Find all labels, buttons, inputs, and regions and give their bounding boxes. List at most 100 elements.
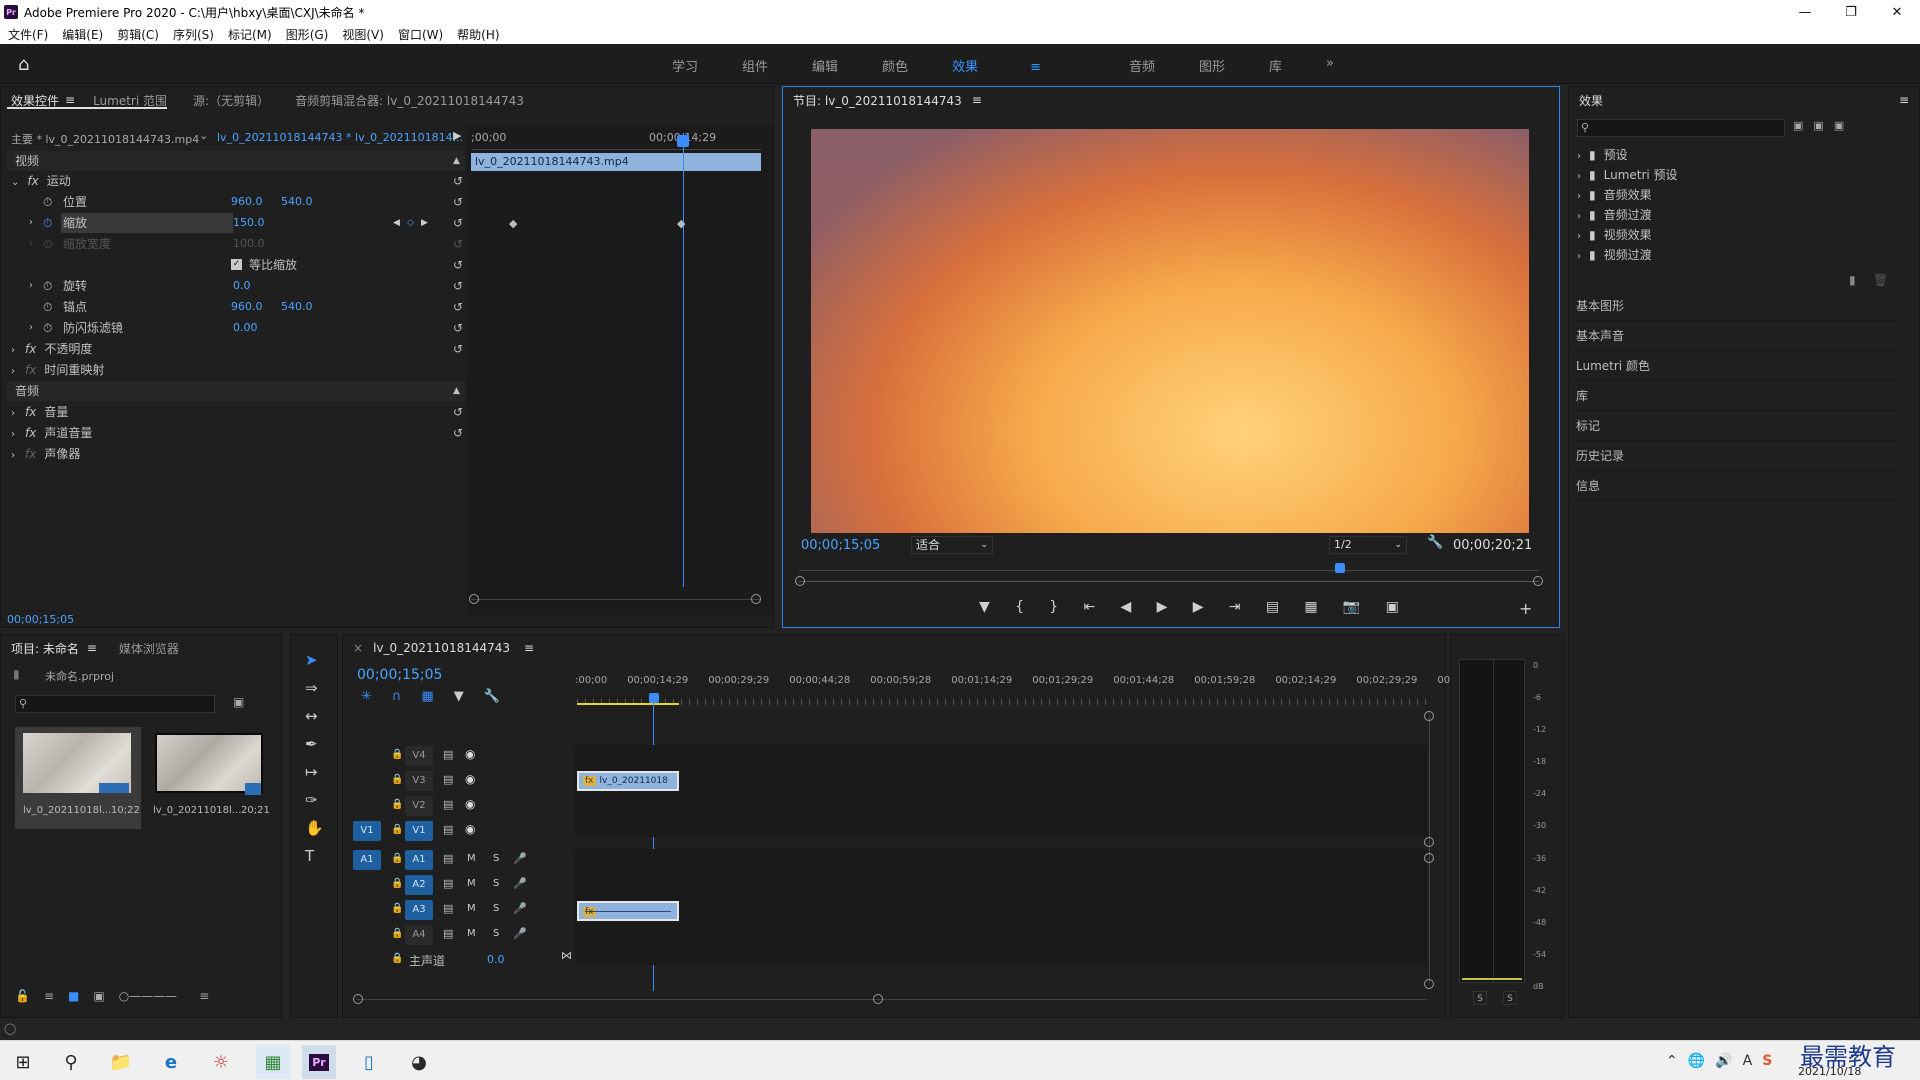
track-header-a1[interactable]: A1 🔒 A1 ▤ M S 🎤 (353, 849, 575, 871)
panel-menu-icon[interactable]: ≡ (1899, 93, 1909, 107)
comparison-view-icon[interactable]: ▣ (1386, 599, 1399, 619)
step-forward-icon[interactable]: ▶ (1193, 599, 1204, 619)
track-target[interactable]: A4 (405, 925, 433, 945)
app-icon[interactable]: ◕ (406, 1049, 432, 1075)
sogou-icon[interactable]: S (1762, 1053, 1772, 1069)
extract-icon[interactable]: ▦ (1304, 599, 1317, 619)
workspace-learn[interactable]: 学习 (672, 56, 698, 75)
app-icon[interactable]: ▯ (356, 1049, 382, 1075)
tab-source[interactable]: 源:（无剪辑） (193, 92, 269, 109)
stopwatch-icon[interactable]: ⏱ (43, 276, 52, 296)
expand-chevron-icon[interactable]: › (7, 366, 15, 377)
32bit-effects-icon[interactable]: ▣ (1813, 119, 1823, 132)
expand-chevron-icon[interactable]: › (7, 450, 15, 461)
vertical-scroll-track[interactable] (1429, 715, 1430, 983)
go-to-out-icon[interactable]: ⇥ (1229, 599, 1241, 619)
solo-right-button[interactable]: S (1503, 991, 1517, 1005)
microphone-icon[interactable]: 🎤 (513, 927, 527, 940)
tab-effect-controls[interactable]: 效果控件 (11, 92, 59, 109)
menu-view[interactable]: 视图(V) (342, 26, 384, 43)
sync-lock-icon[interactable]: ▤ (443, 852, 453, 865)
close-tab-icon[interactable]: × (353, 641, 363, 655)
expand-chevron-icon[interactable]: › (1577, 171, 1581, 182)
audio-clip[interactable]: fx (577, 901, 679, 921)
time-remap-row[interactable]: › fx 时间重映射 (7, 360, 465, 380)
track-header-a2[interactable]: 🔒 A2 ▤ M S 🎤 (353, 874, 575, 896)
expand-chevron-icon[interactable]: › (7, 345, 15, 356)
folder-video-effects[interactable]: › ▮ 视频效果 (1577, 225, 1907, 245)
volume-row[interactable]: › fx 音量 ↺ (7, 402, 465, 422)
source-patch-v1[interactable]: V1 (353, 821, 381, 841)
file-explorer-icon[interactable]: 📁 (108, 1049, 134, 1075)
add-marker-icon[interactable]: ▼ (454, 689, 464, 704)
menu-clip[interactable]: 剪辑(C) (117, 26, 159, 43)
keyframe-diamond[interactable]: ◆ (509, 217, 517, 230)
mute-button[interactable]: M (467, 853, 476, 864)
track-header-master[interactable]: 🔒 主声道 0.0 ⋈ (353, 949, 575, 971)
track-select-tool-icon[interactable]: ⇒ (305, 679, 324, 697)
master-clip-label[interactable]: 主要 * lv_0_20211018144743.mp4 (11, 131, 199, 147)
menu-graphics[interactable]: 图形(G) (286, 26, 329, 43)
solo-button[interactable]: S (493, 928, 499, 939)
antiflicker-row[interactable]: › ⏱ 防闪烁滤镜 0.00 ↺ (7, 318, 465, 338)
yuv-effects-icon[interactable]: ▣ (1834, 119, 1844, 132)
track-header-v4[interactable]: 🔒 V4 ▤ ◉ (353, 745, 575, 767)
volume-icon[interactable]: 🔊 (1715, 1053, 1732, 1069)
master-expand-icon[interactable]: ⋈ (561, 949, 572, 962)
program-zoom-track[interactable] (799, 581, 1539, 582)
sync-lock-icon[interactable]: ▤ (443, 927, 453, 940)
program-timecode[interactable]: 00;00;15;05 (801, 538, 880, 553)
eye-icon[interactable]: ◉ (465, 822, 475, 836)
linked-selection-icon[interactable]: ▦ (421, 689, 433, 704)
nest-sequence-icon[interactable]: ✳ (361, 689, 372, 704)
minimize-button[interactable]: — (1782, 0, 1828, 24)
add-marker-icon[interactable]: ▼ (979, 599, 990, 619)
panel-markers[interactable]: 标记 (1574, 412, 1896, 441)
panel-menu-icon[interactable]: ≡ (524, 641, 534, 655)
source-patch-a1[interactable]: A1 (353, 850, 381, 870)
workspace-assembly[interactable]: 组件 (742, 56, 768, 75)
scroll-handle[interactable] (873, 994, 883, 1004)
solo-button[interactable]: S (493, 878, 499, 889)
track-target[interactable]: A3 (405, 900, 433, 920)
uniform-scale-checkbox[interactable]: ✓ (231, 259, 242, 270)
lift-icon[interactable]: ▤ (1266, 599, 1279, 619)
wrench-icon[interactable]: 🔧 (484, 689, 500, 704)
ec-zoom-track[interactable] (471, 599, 761, 600)
tab-media-browser[interactable]: 媒体浏览器 (119, 640, 179, 657)
reset-icon[interactable]: ↺ (453, 423, 463, 443)
expand-chevron-icon[interactable]: › (1577, 211, 1581, 222)
eye-icon[interactable]: ◉ (465, 772, 475, 786)
sequence-clip-label[interactable]: lv_0_20211018144743 * lv_0_2021101814... (217, 131, 463, 144)
menu-markers[interactable]: 标记(M) (228, 26, 272, 43)
expand-chevron-icon[interactable]: ⌄ (7, 177, 19, 188)
menu-file[interactable]: 文件(F) (8, 26, 48, 43)
stopwatch-icon[interactable]: ⏱ (43, 318, 52, 338)
menu-window[interactable]: 窗口(W) (398, 26, 443, 43)
expand-chevron-icon[interactable]: › (7, 408, 15, 419)
expand-chevron-icon[interactable]: › (1577, 151, 1581, 162)
new-bin-icon[interactable]: ▮ (1849, 273, 1856, 287)
lock-icon[interactable]: 🔒 (391, 853, 403, 864)
scroll-handle[interactable] (1424, 853, 1434, 863)
prev-keyframe-icon[interactable]: ◀ (393, 213, 400, 233)
expand-chevron-icon[interactable]: › (1577, 251, 1581, 262)
workspace-menu-icon[interactable]: ≡ (1030, 60, 1041, 75)
keyframe-area[interactable] (467, 125, 773, 615)
app-icon[interactable]: ☼ (208, 1049, 234, 1075)
track-target[interactable]: V3 (405, 771, 433, 791)
stopwatch-icon[interactable]: ⏱ (43, 213, 52, 233)
track-target[interactable]: V4 (405, 746, 433, 766)
chevron-up-icon[interactable]: ⌃ (1666, 1053, 1678, 1069)
track-header-v1[interactable]: V1 🔒 V1 ▤ ◉ (353, 820, 575, 842)
panel-lumetri-color[interactable]: Lumetri 颜色 (1574, 352, 1896, 381)
zoom-handle[interactable] (795, 576, 805, 586)
track-target[interactable]: A2 (405, 875, 433, 895)
menu-help[interactable]: 帮助(H) (457, 26, 499, 43)
program-video-frame[interactable] (811, 129, 1529, 533)
reset-icon[interactable]: ↺ (453, 255, 463, 275)
workspace-audio[interactable]: 音频 (1129, 56, 1155, 75)
collapse-icon[interactable]: ▲ (453, 151, 460, 171)
lock-icon[interactable]: 🔒 (391, 878, 403, 889)
program-time-ruler[interactable] (799, 563, 1539, 571)
